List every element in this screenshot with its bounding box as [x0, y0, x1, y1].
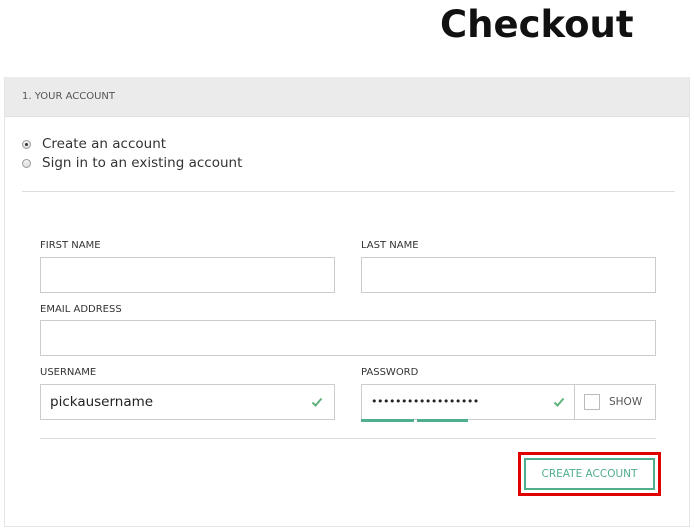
show-password-toggle[interactable]: SHOW [574, 384, 656, 420]
create-account-option[interactable]: Create an account [22, 136, 166, 152]
first-name-input[interactable] [40, 257, 335, 293]
sign-in-radio[interactable] [22, 158, 31, 168]
first-name-label: FIRST NAME [40, 240, 101, 251]
username-input[interactable]: pickausername [40, 384, 335, 420]
show-password-checkbox[interactable] [584, 394, 600, 410]
last-name-label: LAST NAME [361, 240, 419, 251]
password-input[interactable]: •••••••••••••••••• [361, 384, 575, 420]
password-strength-bar-1 [361, 419, 414, 422]
create-account-radio[interactable] [22, 139, 31, 149]
sign-in-label: Sign in to an existing account [42, 155, 243, 171]
password-label: PASSWORD [361, 367, 419, 378]
username-label: USERNAME [40, 367, 97, 378]
show-password-label: SHOW [609, 396, 643, 408]
create-account-label: Create an account [42, 136, 167, 152]
sign-in-option[interactable]: Sign in to an existing account [22, 155, 242, 171]
account-panel: 1. YOUR ACCOUNT Create an account Sign i… [4, 77, 690, 527]
divider [22, 191, 675, 192]
email-input[interactable] [40, 320, 656, 356]
create-account-button[interactable]: CREATE ACCOUNT [524, 458, 655, 490]
page-title: Checkout [440, 3, 634, 46]
email-label: EMAIL ADDRESS [40, 304, 122, 315]
password-valid-check-icon [553, 397, 565, 407]
last-name-input[interactable] [361, 257, 656, 293]
form-divider [40, 438, 656, 439]
password-strength-bar-2 [417, 419, 468, 422]
section-header: 1. YOUR ACCOUNT [5, 77, 689, 117]
username-valid-check-icon [311, 397, 323, 407]
